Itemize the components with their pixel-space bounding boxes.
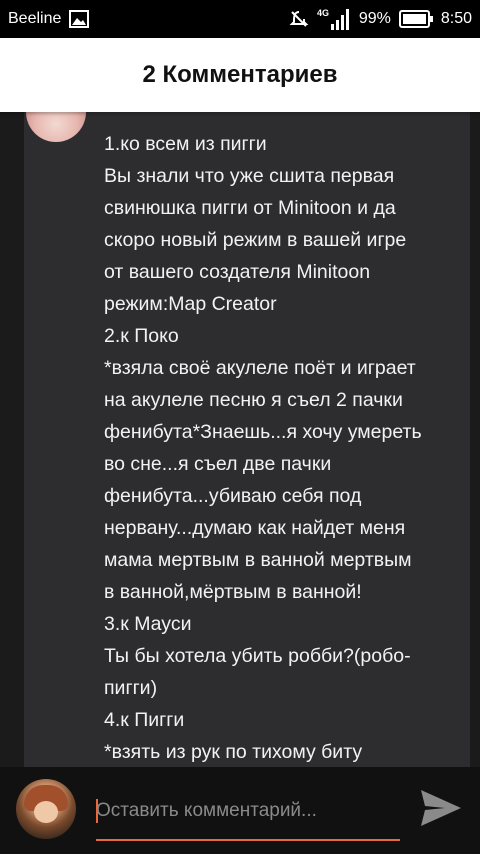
comment-line: во сне...я съел две пачки (104, 453, 332, 475)
comment-input-wrap (96, 789, 400, 841)
comment-text: 1.ко всем из пигги Вы знали что уже сшита… (104, 128, 474, 768)
network-label: 4G (317, 8, 329, 18)
comment-line: 4.к Пигги (104, 709, 185, 731)
comment-line: мама мертвым в ванной мертвым (104, 549, 412, 571)
comment-line: на акулеле песню я съел 2 пачки (104, 389, 403, 411)
send-button[interactable] (418, 789, 464, 831)
comment-line: нервану...думаю как найдет меня (104, 517, 406, 539)
image-icon (69, 10, 90, 28)
comment-line: пигги) (104, 677, 158, 699)
comment-line: фенибута*Знаешь...я хочу умереть (104, 421, 422, 443)
comments-header: 2 Комментариев (0, 38, 480, 112)
comment-line: *взять из рук по тихому биту (104, 741, 363, 763)
clock: 8:50 (440, 10, 472, 27)
status-bar: Beeline 4G 99% 8:50 (0, 0, 480, 38)
signal-icon: 4G (317, 7, 351, 31)
page-title: 2 Комментариев (142, 61, 338, 88)
carrier-label: Beeline (8, 10, 62, 27)
comment-line: *взяла своё акулеле поёт и играет (104, 357, 416, 379)
comment-line: Вы знали что уже сшита первая (104, 165, 395, 187)
comment-line: 2.к Поко (104, 325, 179, 347)
comment-line: 3.к Мауси (104, 613, 192, 635)
comment-line: от вашего создателя Minitoon (104, 261, 371, 283)
comment-line: 1.ко всем из пигги (104, 133, 267, 155)
comment-line: свинюшка пигги от Minitoon и да (104, 197, 396, 219)
battery-icon (398, 10, 433, 28)
muted-icon (289, 9, 309, 29)
commenter-avatar[interactable] (26, 112, 86, 142)
comment-line: скоро новый режим в вашей игре (104, 229, 407, 251)
comment-compose-bar (0, 767, 480, 854)
comment-line: фенибута...убиваю себя под (104, 485, 362, 507)
battery-percent: 99% (358, 10, 391, 27)
comment-line: в ванной,мёртвым в ванной! (104, 581, 362, 603)
text-caret (96, 799, 98, 823)
comment-input[interactable] (96, 789, 400, 833)
comment-line: Ты бы хотела убить робби?(робо- (104, 645, 411, 667)
send-icon (419, 788, 463, 833)
comment-line: режим:Map Creator (104, 293, 277, 315)
user-avatar[interactable] (16, 779, 76, 839)
